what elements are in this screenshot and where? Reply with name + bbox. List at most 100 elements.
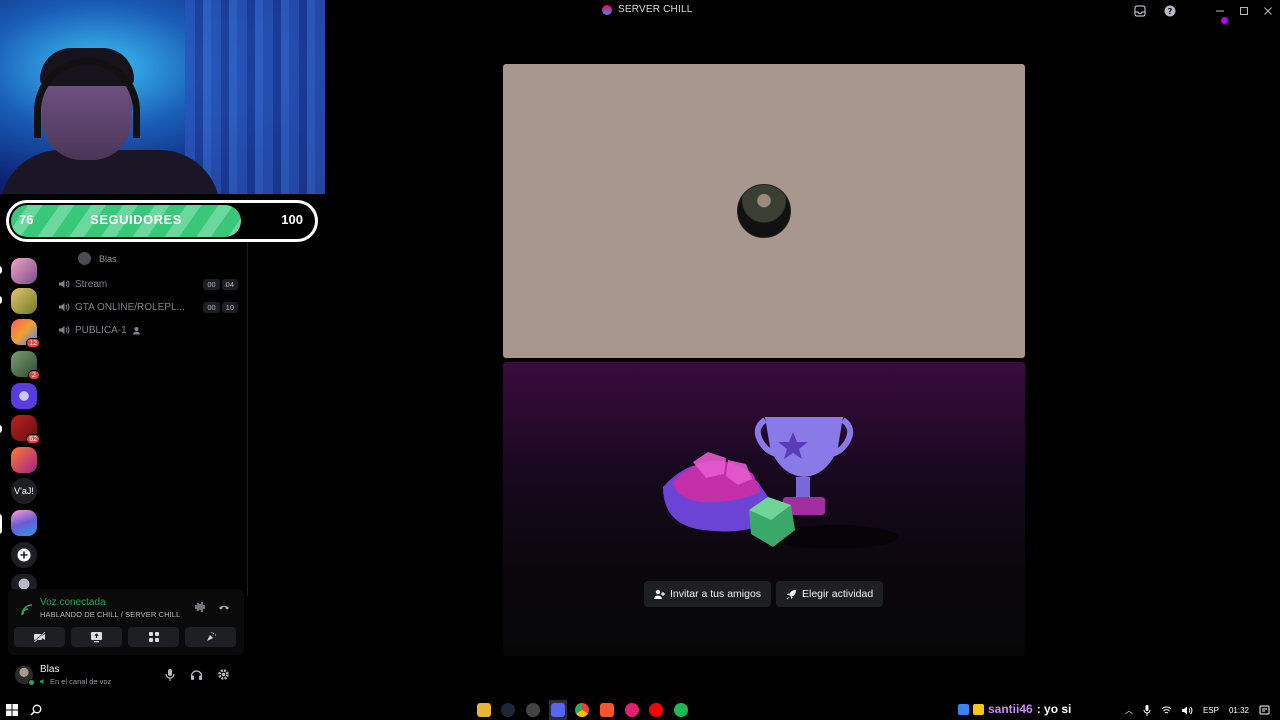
mention-badge: 12 xyxy=(26,338,40,348)
voice-channel-path[interactable]: HABLANDO DE CHILL / SERVER CHILL xyxy=(40,610,180,619)
minimize-button[interactable] xyxy=(1208,0,1232,22)
close-button[interactable] xyxy=(1256,0,1280,22)
screen-share-button[interactable] xyxy=(71,627,122,647)
voice-channel-publica[interactable]: PUBLICA-1 xyxy=(58,324,238,336)
selected-server-indicator xyxy=(0,514,2,534)
signal-icon xyxy=(21,604,33,616)
soundboard-icon xyxy=(206,632,216,641)
server-icon-9[interactable] xyxy=(11,510,37,536)
server-icon-3[interactable]: 12 xyxy=(11,319,40,348)
server-icon-6[interactable]: 62 xyxy=(11,415,40,444)
inbox-icon[interactable] xyxy=(1128,0,1152,22)
crown-icon xyxy=(973,703,984,715)
plus-icon xyxy=(17,548,31,562)
follower-goal-bar: 76 SEGUIDORES 100 xyxy=(6,200,318,242)
windows-start-icon[interactable] xyxy=(6,704,18,716)
webcam-person-shirt xyxy=(0,150,220,194)
help-icon[interactable]: ? xyxy=(1158,0,1182,22)
server-icon-8[interactable]: V'aJ! xyxy=(11,478,37,504)
avatar[interactable] xyxy=(15,666,35,686)
user-limit-icon xyxy=(132,326,140,334)
channel-name: GTA ONLINE/ROLEPL... xyxy=(75,301,185,313)
window-title-text: SERVER CHILL xyxy=(618,4,693,15)
mouse-cursor-highlight xyxy=(1221,17,1228,24)
server-icon-7[interactable] xyxy=(11,447,37,473)
os-taskbar: santii46 : yo si ︿ ESP 01:32 xyxy=(0,700,1280,720)
speaker-icon xyxy=(59,326,70,334)
follower-target-count: 100 xyxy=(281,212,303,227)
add-friend-icon xyxy=(654,589,665,599)
chrome-icon[interactable] xyxy=(575,703,589,717)
voice-user-entry[interactable]: Blas xyxy=(78,252,117,265)
unread-indicator xyxy=(0,425,2,433)
title-bar-controls: ? xyxy=(1128,0,1280,22)
chat-message: : yo si xyxy=(1036,702,1072,716)
clock[interactable]: 01:32 xyxy=(1229,706,1249,715)
volume-icon[interactable] xyxy=(1181,706,1193,715)
server-icon-4[interactable]: 2 xyxy=(11,351,40,380)
voice-action-buttons xyxy=(14,627,236,647)
gear-icon xyxy=(218,669,229,680)
file-explorer-icon[interactable] xyxy=(477,703,491,717)
invite-friends-button[interactable]: Invitar a tus amigos xyxy=(644,581,772,607)
add-server-button[interactable] xyxy=(11,542,37,568)
activities-button[interactable] xyxy=(128,627,179,647)
steam-icon[interactable] xyxy=(501,703,515,717)
voice-status: Voz conectada xyxy=(40,597,106,608)
media-player-icon[interactable] xyxy=(625,703,639,717)
rocket-icon xyxy=(786,589,796,599)
server-icon-2[interactable] xyxy=(11,288,37,314)
chat-username: santii46 xyxy=(988,702,1033,716)
voice-channel-stream[interactable]: Stream 00 04 xyxy=(58,278,238,290)
server-icon-5[interactable] xyxy=(11,383,37,409)
channel-list: Blas Stream 00 04 GTA ONLINE/ROLEPL... 0… xyxy=(48,242,248,596)
channel-user-limit: 00 04 xyxy=(201,278,238,290)
user-status-text: En el canal de voz xyxy=(50,677,112,686)
tray-overflow-chevron-icon[interactable]: ︿ xyxy=(1125,705,1133,716)
maximize-button[interactable] xyxy=(1232,0,1256,22)
mention-badge: 62 xyxy=(26,434,40,444)
voice-connection-panel: Voz conectada HABLANDO DE CHILL / SERVER… xyxy=(8,589,244,655)
wifi-icon[interactable] xyxy=(1161,706,1172,715)
channel-count-current: 00 xyxy=(203,278,220,290)
follower-goal-label: SEGUIDORES xyxy=(90,212,182,227)
user-status: En el canal de voz xyxy=(40,677,111,686)
voice-user-name: Blas xyxy=(99,253,117,264)
soundboard-button[interactable] xyxy=(185,627,236,647)
channel-name: PUBLICA-1 xyxy=(75,324,127,336)
webcam-overlay xyxy=(0,0,325,194)
system-tray: ︿ ESP 01:32 xyxy=(1125,700,1280,720)
search-icon[interactable] xyxy=(30,704,42,716)
avatar xyxy=(78,252,91,265)
tray-microphone-icon[interactable] xyxy=(1143,704,1151,716)
camera-off-button[interactable] xyxy=(14,627,65,647)
server-8-text: V'aJ! xyxy=(14,486,34,496)
youtube-icon[interactable] xyxy=(649,703,663,717)
input-language[interactable]: ESP xyxy=(1203,706,1219,715)
voice-status-icon xyxy=(40,679,44,684)
avatar xyxy=(737,184,791,238)
user-panel: Blas En el canal de voz xyxy=(8,658,244,694)
channel-count-max: 10 xyxy=(221,301,238,313)
chat-badge-icon xyxy=(958,703,969,715)
online-status-dot xyxy=(28,679,35,686)
invite-friends-label: Invitar a tus amigos xyxy=(670,588,762,600)
notifications-icon[interactable] xyxy=(1259,705,1270,716)
speaker-icon xyxy=(59,280,70,288)
discord-icon[interactable] xyxy=(551,703,565,717)
user-name: Blas xyxy=(40,664,60,675)
channel-count-max: 04 xyxy=(221,278,238,290)
unread-indicator xyxy=(0,266,2,274)
mention-badge: 2 xyxy=(28,370,40,380)
brave-icon[interactable] xyxy=(600,703,614,717)
voice-participant-tile[interactable] xyxy=(503,64,1025,358)
activities-icon xyxy=(148,632,159,642)
app-icon[interactable] xyxy=(526,703,540,717)
server-icon-1[interactable] xyxy=(11,258,37,284)
spotify-icon[interactable] xyxy=(674,703,688,717)
follower-goal-label-wrap: SEGUIDORES xyxy=(9,212,315,227)
choose-activity-button[interactable]: Elegir actividad xyxy=(776,581,884,607)
server-rail: 12 2 62 V'aJ! xyxy=(0,242,48,596)
headphones-icon xyxy=(190,670,203,680)
voice-channel-gta[interactable]: GTA ONLINE/ROLEPL... 00 10 xyxy=(58,301,238,313)
